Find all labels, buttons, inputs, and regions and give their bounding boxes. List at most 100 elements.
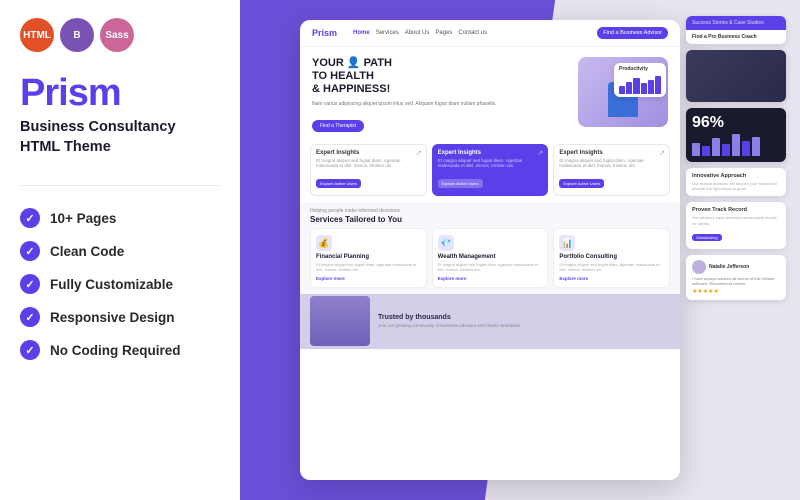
- services-grid: 💰 Financial Planning Et magna aliquet se…: [310, 228, 670, 287]
- insight-arrow-3: ↗: [659, 149, 665, 157]
- services-title: Services Tailored to You: [310, 215, 670, 224]
- insight-title-1: Expert Insights: [316, 150, 421, 156]
- feature-item-clean-code: Clean Code: [20, 241, 220, 261]
- prod-bar-6: [655, 76, 661, 94]
- stat-number: 96%: [692, 114, 780, 132]
- feature-label-no-coding: No Coding Required: [50, 343, 181, 358]
- html-badge: HTML: [20, 18, 54, 52]
- stat-bar-4: [722, 144, 730, 156]
- insight-card-2: ↗ Expert Insights Et magna aliquet sed f…: [432, 144, 549, 197]
- feature-label-customizable: Fully Customizable: [50, 277, 173, 292]
- service-name-wealth: Wealth Management: [438, 254, 543, 260]
- bootstrap-badge: B: [60, 18, 94, 52]
- side-track-record-card: Proven Track Record Our advisors have de…: [686, 202, 786, 248]
- divider: [20, 185, 220, 186]
- service-desc-wealth: Et magna aliquet sed fugiat diam. Agenta…: [438, 262, 543, 272]
- innovative-title: Innovative Approach: [692, 173, 780, 179]
- insight-btn-2: Explore Active Users: [438, 179, 483, 188]
- side-card-top: Success Stories & Case Studies Find a Pr…: [686, 16, 786, 44]
- preview-hero-desc: Nam varius adipiscing aliquet ipsum inlu…: [312, 101, 570, 108]
- check-icon-pages: [20, 208, 40, 228]
- sass-badge: Sass: [100, 18, 134, 52]
- side-card-top-text: Success Stories & Case Studies: [692, 20, 780, 26]
- preview-nav-logo: Prism: [312, 28, 337, 38]
- nav-link-about: About Us: [405, 30, 430, 36]
- services-header: Helping people make informed decisions S…: [310, 208, 670, 224]
- insight-arrow-1: ↗: [416, 149, 422, 157]
- insight-desc-1: Et magna aliquet sed fugiat diam. Agenta…: [316, 158, 421, 170]
- service-desc-financial: Et magna aliquet sed fugiat diam. Agenta…: [316, 262, 421, 272]
- prod-bar-4: [641, 83, 647, 94]
- track-record-title: Proven Track Record: [692, 207, 780, 213]
- productivity-widget: Productivity: [614, 63, 666, 97]
- bottom-person-image: [310, 296, 370, 346]
- innovative-desc: Our trusted advisors will flourish your …: [692, 181, 780, 191]
- preview-hero-text: YOUR 👤 PATHTO HEALTH& HAPPINESS! Nam var…: [312, 57, 570, 132]
- review-name: Natalie Jefferson: [709, 264, 749, 270]
- service-card-portfolio: 📊 Portfolio Consulting Et magna aliquet …: [553, 228, 670, 287]
- product-subtitle: Business Consultancy HTML Theme: [20, 118, 220, 157]
- feature-item-pages: 10+ Pages: [20, 208, 220, 228]
- feature-item-customizable: Fully Customizable: [20, 274, 220, 294]
- feature-label-pages: 10+ Pages: [50, 211, 116, 226]
- stat-bar-1: [692, 143, 700, 156]
- preview-nav-cta: Find a Business Advisor: [597, 27, 668, 39]
- html-badge-label: HTML: [23, 30, 51, 41]
- check-icon-customizable: [20, 274, 40, 294]
- service-link-financial: Explore more: [316, 276, 421, 281]
- track-record-tag: Outstanding: [692, 234, 722, 241]
- side-card-top-content: Find a Pro Business Coach: [686, 30, 786, 44]
- stat-card: 96%: [686, 108, 786, 162]
- preview-card: Prism Home Services About Us Pages Conta…: [300, 20, 680, 480]
- side-innovative-card: Innovative Approach Our trusted advisors…: [686, 168, 786, 196]
- feature-label-clean-code: Clean Code: [50, 244, 124, 259]
- check-icon-responsive: [20, 307, 40, 327]
- nav-link-services: Services: [376, 30, 399, 36]
- right-panel: Prism Home Services About Us Pages Conta…: [240, 0, 800, 500]
- productivity-title: Productivity: [619, 66, 661, 72]
- insight-btn-1: Explore Active Users: [316, 179, 361, 188]
- stat-bar-2: [702, 146, 710, 156]
- side-card-top-header: Success Stories & Case Studies: [686, 16, 786, 30]
- preview-hero-image: Productivity: [578, 57, 668, 127]
- nav-link-pages: Pages: [435, 30, 452, 36]
- preview-hero-cta: Find a Therapist: [312, 120, 364, 132]
- insight-card-1: ↗ Expert Insights Et magna aliquet sed f…: [310, 144, 427, 197]
- bottom-sub: Join our growing community of business a…: [378, 323, 670, 329]
- preview-services: Helping people make informed decisions S…: [300, 202, 680, 293]
- features-list: 10+ Pages Clean Code Fully Customizable …: [20, 208, 220, 360]
- insight-desc-2: Et magna aliquet sed fugiat diam. Agenta…: [438, 158, 543, 170]
- preview-nav-links: Home Services About Us Pages Contact us: [353, 30, 589, 36]
- service-desc-portfolio: Et magna aliquet sed fugiat diam. Agenta…: [559, 262, 664, 272]
- prod-bar-2: [626, 82, 632, 94]
- nav-link-home: Home: [353, 30, 370, 36]
- service-name-financial: Financial Planning: [316, 254, 421, 260]
- insight-desc-3: Et magna aliquet sed fugiat diam. Agenta…: [559, 158, 664, 170]
- review-avatar: [692, 260, 706, 274]
- stat-bar-7: [752, 137, 760, 156]
- productivity-bars: [619, 74, 661, 94]
- sass-badge-label: Sass: [105, 30, 128, 41]
- preview-hero-title: YOUR 👤 PATHTO HEALTH& HAPPINESS!: [312, 57, 570, 97]
- side-image-card: [686, 50, 786, 102]
- service-icon-financial: 💰: [316, 235, 332, 251]
- feature-label-responsive: Responsive Design: [50, 310, 175, 325]
- prism-logo-text: Prism: [20, 74, 220, 112]
- check-icon-no-coding: [20, 340, 40, 360]
- track-record-desc: Our advisors have delivered measurable r…: [692, 215, 780, 225]
- preview-insights: ↗ Expert Insights Et magna aliquet sed f…: [300, 138, 680, 203]
- stat-bars: [692, 134, 780, 156]
- bottom-heading: Trusted by thousands: [378, 314, 670, 321]
- insight-btn-3: Explore Active Users: [559, 179, 604, 188]
- service-icon-wealth: 💎: [438, 235, 454, 251]
- service-card-wealth: 💎 Wealth Management Et magna aliquet sed…: [432, 228, 549, 287]
- preview-nav: Prism Home Services About Us Pages Conta…: [300, 20, 680, 47]
- bottom-text: Trusted by thousands Join our growing co…: [378, 314, 670, 329]
- check-icon-clean-code: [20, 241, 40, 261]
- service-name-portfolio: Portfolio Consulting: [559, 254, 664, 260]
- insight-title-3: Expert Insights: [559, 150, 664, 156]
- insight-title-2: Expert Insights: [438, 150, 543, 156]
- service-icon-portfolio: 📊: [559, 235, 575, 251]
- feature-item-no-coding: No Coding Required: [20, 340, 220, 360]
- review-stars: ★★★★★: [692, 288, 780, 295]
